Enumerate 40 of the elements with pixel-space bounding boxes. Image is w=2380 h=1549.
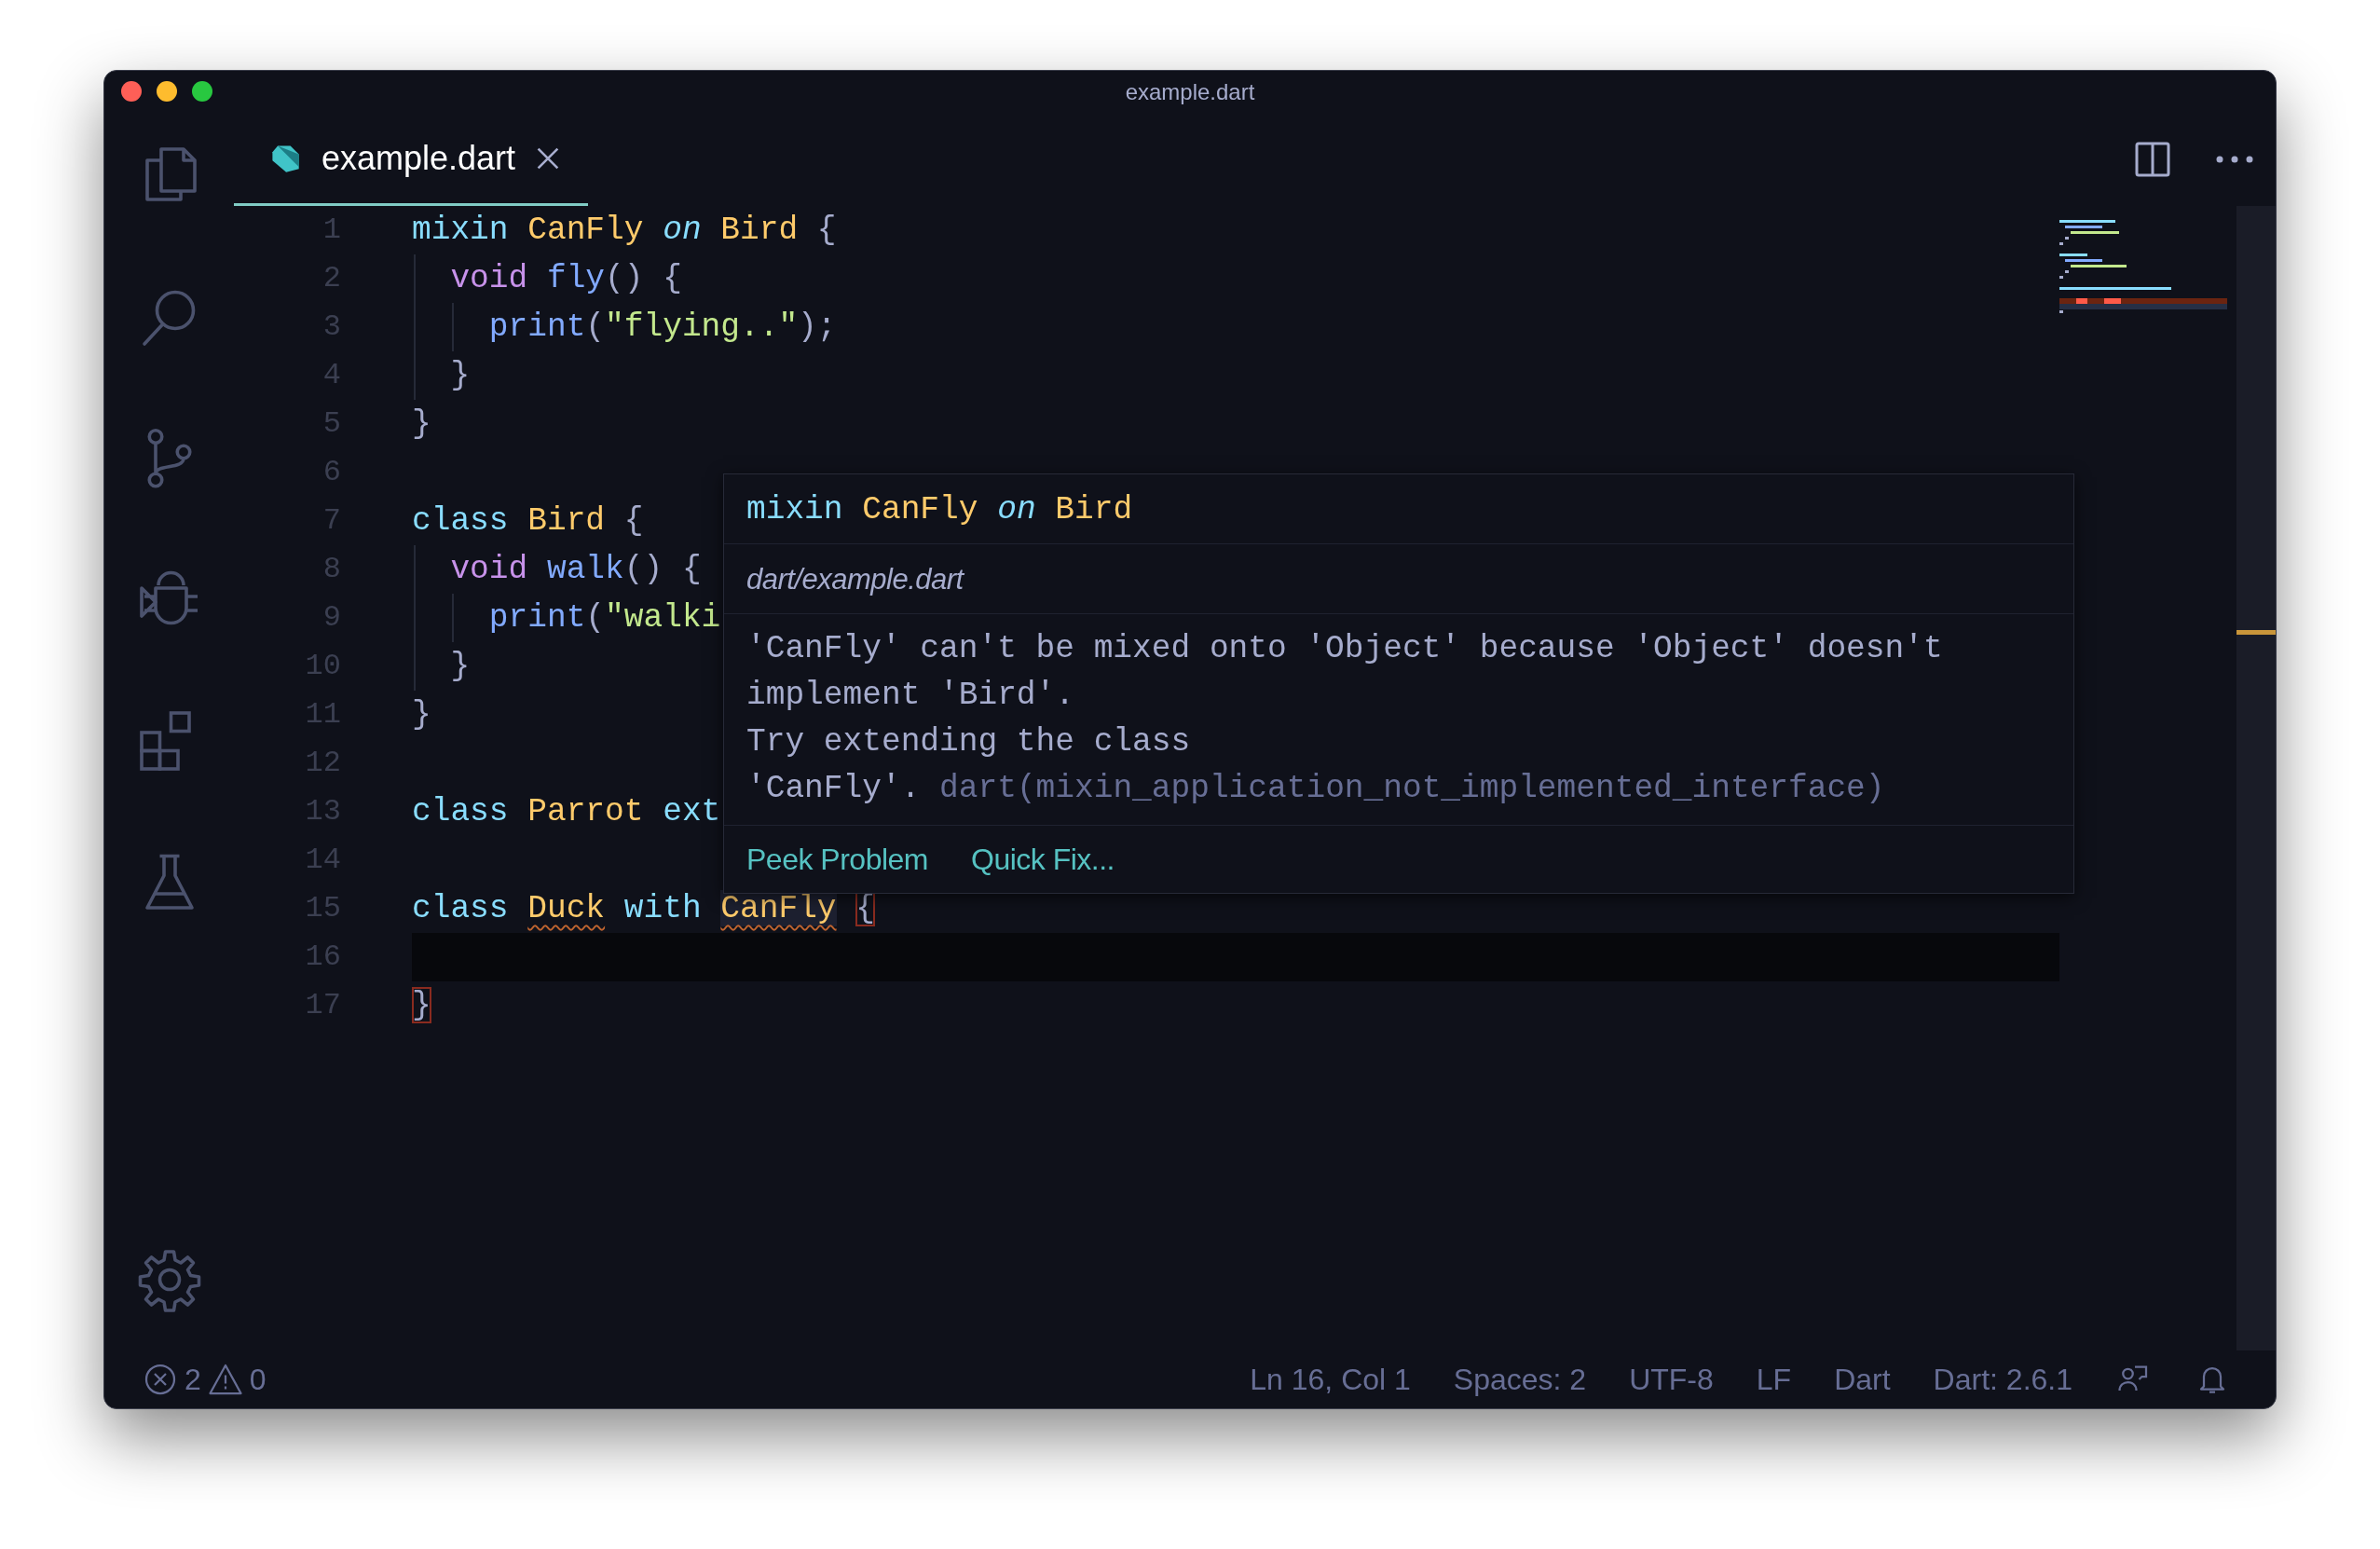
error-icon — [144, 1363, 177, 1396]
problems-button[interactable]: 2 0 — [144, 1357, 267, 1402]
error-message: implement 'Bird'. — [746, 677, 1074, 713]
code-line: } — [412, 405, 431, 442]
status-item[interactable]: LF — [1756, 1357, 1792, 1402]
code-line: } — [449, 648, 471, 684]
zoom-window-button[interactable] — [192, 81, 212, 102]
status-item[interactable]: Ln 16, Col 1 — [1250, 1357, 1411, 1402]
status-item[interactable]: Spaces: 2 — [1453, 1357, 1587, 1402]
hover-signature: mixin CanFly on Bird — [724, 474, 2073, 544]
code-line: } — [412, 696, 431, 733]
scrollbar[interactable] — [2236, 206, 2276, 1350]
error-message: Try extending the class — [746, 723, 1191, 760]
status-item[interactable]: Dart: 2.6.1 — [1933, 1357, 2072, 1402]
close-window-button[interactable] — [121, 81, 142, 102]
error-message: 'CanFly'. — [746, 770, 921, 806]
warning-icon — [208, 1363, 242, 1396]
minimap-drawing[interactable] — [2059, 220, 2227, 313]
code-line: print("flying.."); — [487, 308, 837, 345]
hover-action-link[interactable]: Quick Fix... — [971, 829, 1115, 889]
error-message: 'CanFly' can't be mixed onto 'Object' because 'Object' doesn't — [746, 630, 1943, 666]
minimize-window-button[interactable] — [157, 81, 177, 102]
code-line: } — [412, 987, 431, 1023]
split-editor-icon[interactable] — [2134, 141, 2171, 178]
status-item[interactable]: UTF-8 — [1629, 1357, 1714, 1402]
file-path: dart/example.dart — [724, 544, 2073, 614]
code-line: mixin CanFly on Bird { — [412, 212, 837, 248]
window-title: example.dart — [1125, 77, 1255, 106]
code-line: } — [449, 357, 471, 393]
editor-tab[interactable]: example.dart — [234, 113, 588, 206]
code-line: void fly() { — [449, 260, 682, 296]
code-line: class Bird { — [412, 502, 644, 539]
status-item[interactable]: Dart — [1834, 1357, 1891, 1402]
hover-action-link[interactable]: Peek Problem — [746, 829, 928, 889]
code-line: void walk() { — [449, 551, 702, 587]
code-line: print("walki — [487, 599, 721, 636]
more-actions-icon[interactable] — [2216, 155, 2253, 164]
code-line: class Parrot ext — [412, 793, 721, 829]
close-icon[interactable] — [536, 145, 560, 171]
error-source: dart(mixin_application_not_implemented_interface) — [939, 770, 1885, 806]
